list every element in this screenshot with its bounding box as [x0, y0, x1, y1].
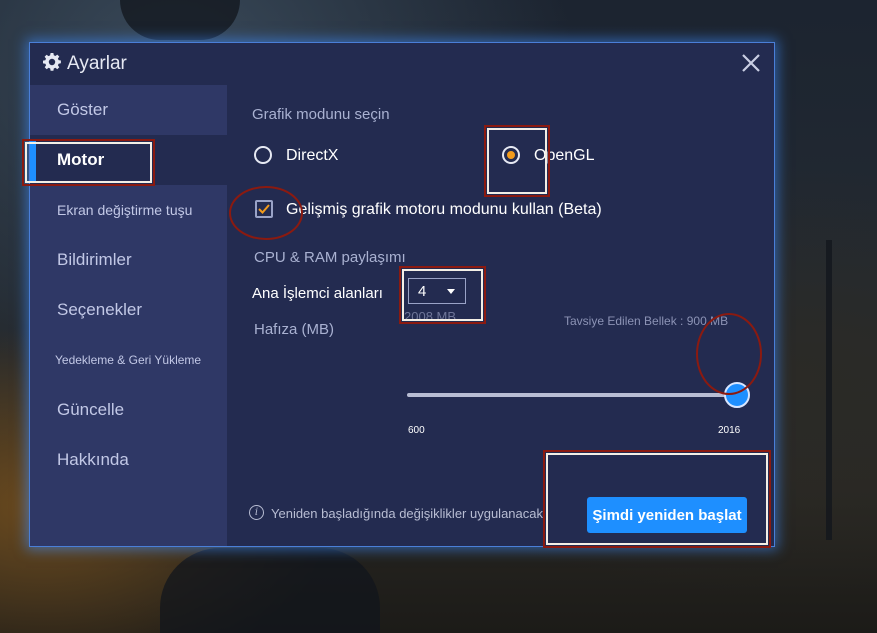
background-pole: [826, 240, 832, 540]
cpu-cores-select[interactable]: 4: [408, 278, 466, 304]
graphics-mode-heading: Grafik modunu seçin: [252, 106, 390, 123]
sidebar-item-yedekleme[interactable]: Yedekleme & Geri Yükleme: [30, 335, 227, 385]
title-bar: Ayarlar: [30, 43, 774, 85]
directx-label[interactable]: DirectX: [286, 147, 338, 165]
memory-min-label: 600: [408, 425, 425, 436]
advanced-engine-checkbox[interactable]: [255, 200, 273, 218]
opengl-label[interactable]: OpenGL: [534, 147, 594, 165]
cpu-cores-label: Ana İşlemci alanları: [252, 285, 383, 302]
opengl-radio[interactable]: [502, 146, 520, 164]
sidebar-item-guncelle[interactable]: Güncelle: [30, 385, 227, 435]
recommended-memory: Tavsiye Edilen Bellek : 900 MB: [564, 314, 729, 328]
close-icon[interactable]: [738, 50, 764, 76]
sidebar-item-label: Yedekleme & Geri Yükleme: [55, 353, 202, 367]
engine-settings-panel: Grafik modunu seçin DirectX OpenGL Geliş…: [227, 85, 774, 546]
memory-slider-thumb[interactable]: [724, 382, 750, 408]
memory-label: Hafıza (MB): [254, 321, 335, 338]
memory-max-label: 2016: [718, 425, 741, 436]
sidebar-item-label: Seçenekler: [57, 300, 143, 319]
sidebar-item-secenekler[interactable]: Seçenekler: [30, 285, 227, 335]
directx-radio[interactable]: [254, 146, 272, 164]
memory-current-value: 2008 MB: [404, 309, 457, 324]
sidebar-item-goster[interactable]: Göster: [30, 85, 227, 135]
sidebar-item-label: Göster: [57, 100, 109, 119]
restart-info-text: Yeniden başladığında değişiklikler uygul…: [271, 506, 543, 521]
dialog-title: Ayarlar: [67, 53, 127, 74]
sidebar-item-motor[interactable]: Motor: [30, 135, 227, 185]
settings-dialog: Ayarlar Göster Motor Ekran değiştirme tu…: [29, 42, 775, 547]
sidebar-item-label: Bildirimler: [57, 250, 132, 269]
restart-now-button[interactable]: Şimdi yeniden başlat: [587, 497, 747, 533]
sidebar-item-label: Hakkında: [57, 450, 129, 469]
gear-icon: [43, 53, 61, 71]
background-figure: [160, 548, 380, 633]
caret-down-icon: [447, 289, 455, 294]
sidebar-item-label: Güncelle: [57, 400, 125, 419]
sidebar-item-label: Motor: [57, 150, 105, 169]
sidebar-item-bildirimler[interactable]: Bildirimler: [30, 235, 227, 285]
cpu-ram-heading: CPU & RAM paylaşımı: [254, 249, 406, 266]
check-icon: [258, 204, 270, 214]
sidebar: Göster Motor Ekran değiştirme tuşu Bildi…: [30, 85, 227, 546]
background-figure: [120, 0, 240, 40]
sidebar-item-ekran-degistirme-tusu[interactable]: Ekran değiştirme tuşu: [30, 185, 227, 235]
cpu-cores-value: 4: [418, 282, 427, 300]
sidebar-item-hakkinda[interactable]: Hakkında: [30, 435, 227, 485]
memory-slider-track[interactable]: [407, 393, 737, 397]
advanced-engine-label[interactable]: Gelişmiş grafik motoru modunu kullan (Be…: [286, 201, 602, 219]
sidebar-item-label: Ekran değiştirme tuşu: [57, 202, 193, 218]
info-icon: i: [249, 505, 264, 520]
